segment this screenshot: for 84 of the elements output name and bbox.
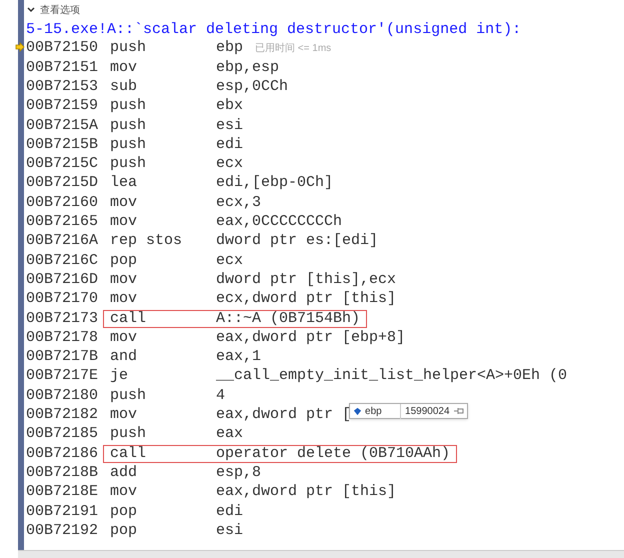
address: 00B72159	[26, 96, 100, 116]
operand: A::~A (0B7154Bh)	[216, 308, 360, 329]
address: 00B72165	[26, 212, 100, 232]
operand: esp,0CCh	[216, 77, 288, 97]
mnemonic: pop	[110, 250, 138, 271]
operand: ebp,esp	[216, 58, 280, 78]
operand: eax	[216, 424, 244, 444]
address: 00B72160	[26, 192, 100, 213]
address: 00B72178	[26, 328, 100, 348]
mnemonic: push	[110, 386, 148, 406]
mnemonic: and	[110, 347, 138, 368]
mnemonic: pop	[110, 502, 138, 522]
address: 00B7216A	[26, 231, 100, 252]
data-tip-name: ebp	[365, 404, 402, 419]
address: 00B72191	[26, 502, 100, 522]
address: 00B7218B	[26, 462, 100, 483]
data-tip[interactable]: ebp 15990024	[349, 403, 468, 420]
address: 00B7215B	[26, 134, 100, 155]
address: 00B72150	[26, 38, 100, 58]
operand: eax,1	[216, 347, 262, 368]
address: 00B72185	[26, 424, 100, 444]
mnemonic: push	[110, 96, 148, 116]
mnemonic: sub	[110, 77, 138, 97]
mnemonic: mov	[110, 405, 138, 426]
operand: ecx,dword ptr [this]	[216, 289, 396, 310]
address: 00B72186	[26, 444, 100, 464]
function-title: 5-15.exe!A::`scalar deleting destructor'(unsigned int):	[25, 20, 522, 39]
operand: esi	[216, 116, 244, 136]
address: 00B7215A	[26, 116, 100, 136]
mnemonic: push	[110, 38, 148, 58]
mnemonic: je	[110, 366, 130, 386]
address: 00B72173	[26, 308, 100, 329]
address: 00B7217B	[26, 347, 100, 368]
operand: operator delete (0B710AAh)	[216, 444, 450, 464]
operand: eax,dword ptr [this]	[216, 482, 396, 502]
operand: esp,8	[216, 462, 262, 483]
mnemonic: mov	[110, 192, 138, 213]
operand: eax,dword ptr [ebp+8]	[216, 328, 406, 348]
mnemonic: rep stos	[110, 231, 184, 252]
address: 00B72192	[26, 520, 100, 541]
mnemonic: push	[110, 134, 148, 155]
mnemonic: add	[110, 462, 138, 483]
operand: eax,dword ptr [	[216, 405, 352, 426]
mnemonic: mov	[110, 328, 138, 348]
operand: edi,[ebp-0Ch]	[216, 173, 334, 194]
address: 00B72170	[26, 289, 100, 310]
mnemonic: lea	[110, 173, 138, 194]
operand: ecx	[216, 154, 244, 174]
address: 00B7215C	[26, 154, 100, 174]
mnemonic: push	[110, 116, 148, 136]
operand: esi	[216, 520, 244, 541]
operand: ebx	[216, 96, 244, 116]
mnemonic: mov	[110, 289, 138, 310]
address: 00B7215D	[26, 173, 100, 194]
operand: edi	[216, 502, 244, 522]
mnemonic: push	[110, 154, 148, 174]
operand: dword ptr [this],ecx	[216, 270, 396, 290]
address: 00B72180	[26, 386, 100, 406]
mnemonic: pop	[110, 520, 138, 541]
mnemonic: mov	[110, 58, 138, 78]
mnemonic: call	[110, 444, 148, 464]
operand: ecx	[216, 250, 244, 271]
operand: dword ptr es:[edi]	[216, 231, 378, 252]
elapsed-time-tip: 已用时间 <= 1ms	[255, 42, 332, 56]
address: 00B7216D	[26, 270, 100, 290]
data-tip-value: 15990024	[404, 404, 451, 419]
address: 00B72182	[26, 405, 100, 426]
operand: edi	[216, 134, 244, 155]
address: 00B72151	[26, 58, 100, 78]
operand: eax,0CCCCCCCCh	[216, 212, 342, 232]
mnemonic: mov	[110, 482, 138, 502]
mnemonic: mov	[110, 270, 138, 290]
operand: ebp	[216, 38, 244, 58]
address: 00B7216C	[26, 250, 100, 271]
mnemonic: mov	[110, 212, 138, 232]
operand: __call_empty_init_list_helper<A>+0Eh (0	[216, 366, 568, 386]
address: 00B72153	[26, 77, 100, 97]
mnemonic: call	[110, 308, 148, 329]
view-options-label[interactable]: 查看选项	[40, 2, 80, 18]
mnemonic: push	[110, 424, 148, 444]
operand: 4	[216, 386, 226, 406]
operand: ecx,3	[216, 192, 262, 213]
address: 00B7217E	[26, 366, 100, 386]
address: 00B7218E	[26, 482, 100, 502]
